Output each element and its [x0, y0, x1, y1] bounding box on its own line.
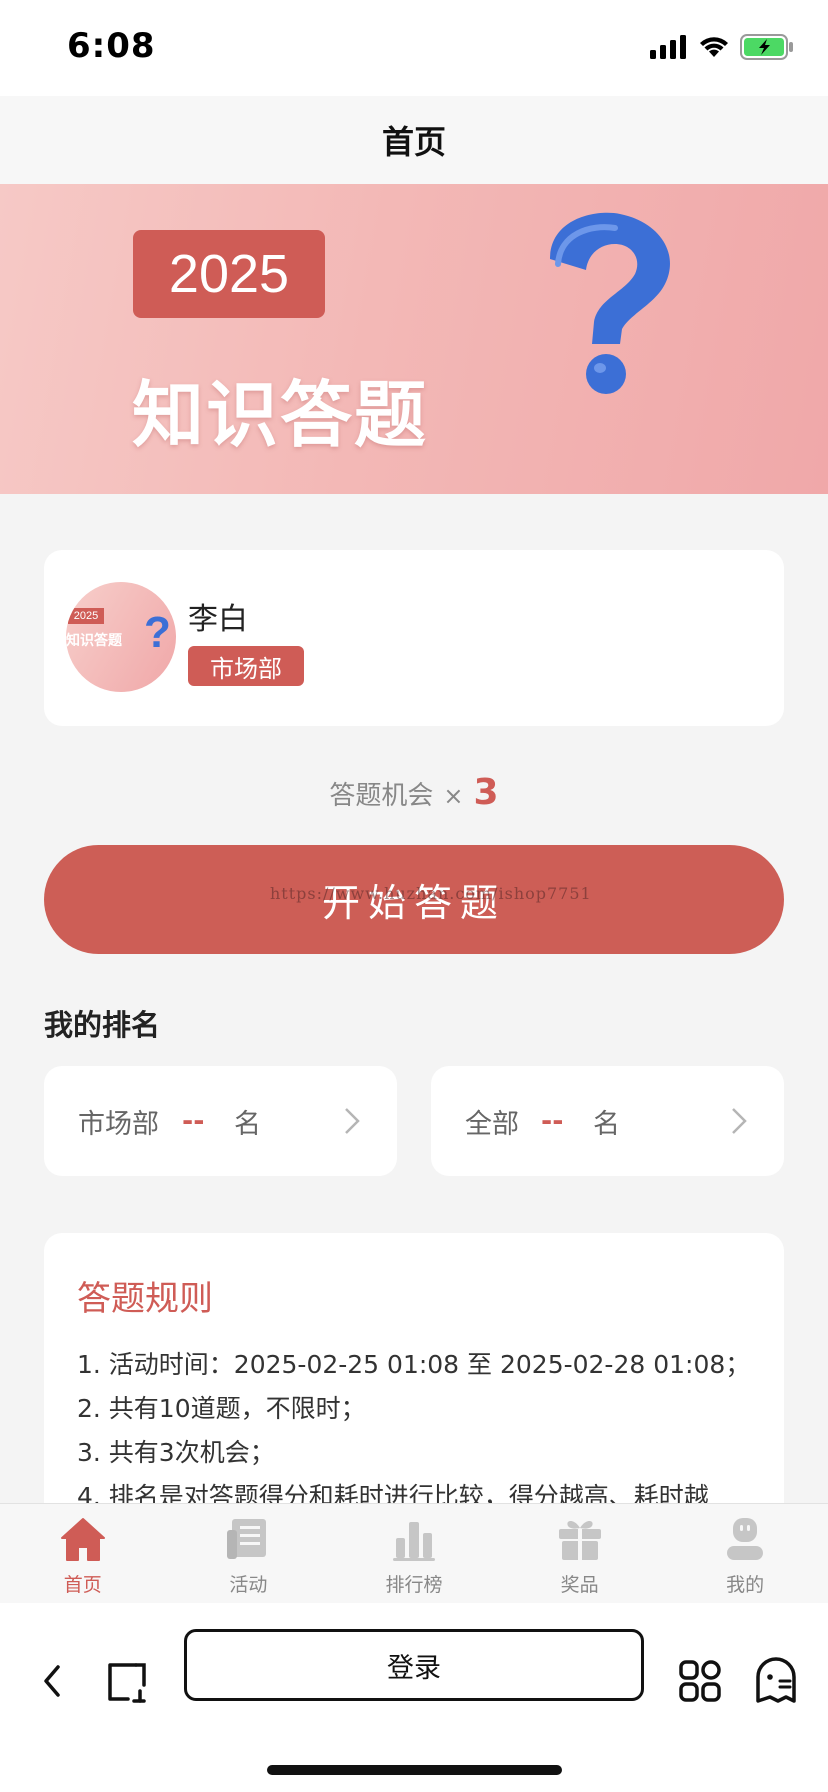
wifi-icon — [700, 37, 728, 57]
back-arrow-icon[interactable] — [38, 1659, 66, 1703]
tab-mine[interactable]: 我的 — [662, 1504, 828, 1603]
tab-ranking[interactable]: 排行榜 — [331, 1504, 497, 1603]
user-name: 李白 — [188, 602, 248, 637]
banner-year: 2025 — [133, 230, 325, 318]
tab-label: 我的 — [726, 1574, 765, 1596]
apps-grid-icon[interactable] — [678, 1659, 722, 1703]
status-icons — [650, 34, 794, 60]
chevron-right-icon — [345, 1108, 360, 1134]
home-indicator — [267, 1765, 562, 1775]
rank-unit: 名 — [593, 1108, 620, 1140]
avatar-year: 2025 — [68, 608, 104, 624]
rank-value: -- — [182, 1105, 205, 1137]
page-title: 首页 — [381, 123, 446, 161]
assistant-icon[interactable] — [754, 1657, 798, 1705]
ranking-icon — [392, 1522, 435, 1561]
department-rank-card[interactable]: 市场部 -- 名 — [44, 1066, 397, 1176]
signal-icon — [650, 35, 686, 59]
tab-label: 奖品 — [560, 1574, 599, 1596]
rule-item: 2. 共有10道题，不限时； — [77, 1394, 366, 1423]
tab-label: 排行榜 — [385, 1574, 443, 1596]
home-icon — [60, 1518, 105, 1561]
overall-rank-card[interactable]: 全部 -- 名 — [431, 1066, 784, 1176]
department-badge: 市场部 — [188, 646, 304, 686]
user-card: 2025 知识答题 ? 李白 市场部 — [44, 550, 784, 726]
rules-list: 1. 活动时间：2025-02-25 01:08 至 2025-02-28 01… — [77, 1343, 750, 1519]
rank-value: -- — [541, 1105, 564, 1137]
rule-item: 1. 活动时间：2025-02-25 01:08 至 2025-02-28 01… — [77, 1350, 751, 1379]
rule-item: 3. 共有3次机会； — [77, 1438, 275, 1467]
banner-title: 知识答题 — [132, 373, 429, 457]
tab-prizes[interactable]: 奖品 — [497, 1504, 663, 1603]
news-icon — [227, 1519, 267, 1559]
tab-label: 首页 — [63, 1574, 102, 1596]
rules-title: 答题规则 — [77, 1279, 213, 1319]
rank-scope: 市场部 — [78, 1108, 159, 1140]
tab-activities[interactable]: 活动 — [166, 1504, 332, 1603]
chances-multiplier: × — [443, 782, 464, 810]
avatar: 2025 知识答题 ? — [66, 582, 176, 692]
nav-header: 首页 — [0, 96, 828, 184]
profile-icon — [727, 1518, 764, 1560]
answer-chances: 答题机会 × 3 — [0, 772, 828, 813]
rank-scope: 全部 — [465, 1108, 519, 1140]
question-mark-icon — [550, 212, 670, 394]
page-tabs-icon[interactable] — [106, 1661, 150, 1703]
rank-unit: 名 — [234, 1108, 261, 1140]
ranking-title: 我的排名 — [44, 1008, 161, 1042]
question-mark-icon: ? — [144, 608, 171, 657]
battery-icon — [740, 34, 793, 60]
tab-home[interactable]: 首页 — [0, 1504, 166, 1603]
login-button[interactable]: 登录 — [184, 1629, 644, 1701]
tab-label: 活动 — [229, 1574, 268, 1596]
banner: 2025 知识答题 — [0, 184, 828, 494]
tab-bar: 首页 活动 排行榜 奖品 我的 — [0, 1503, 828, 1603]
avatar-title: 知识答题 — [66, 633, 122, 649]
browser-toolbar: 登录 — [0, 1603, 828, 1792]
chances-count: 3 — [473, 772, 499, 813]
chevron-right-icon — [732, 1108, 747, 1134]
gift-icon — [558, 1521, 601, 1560]
status-time: 6:08 — [67, 26, 156, 66]
status-bar: 6:08 — [0, 0, 828, 96]
chances-label: 答题机会 — [329, 781, 434, 811]
watermark: https://www.huzhan.com/ishop7751 — [270, 884, 592, 903]
